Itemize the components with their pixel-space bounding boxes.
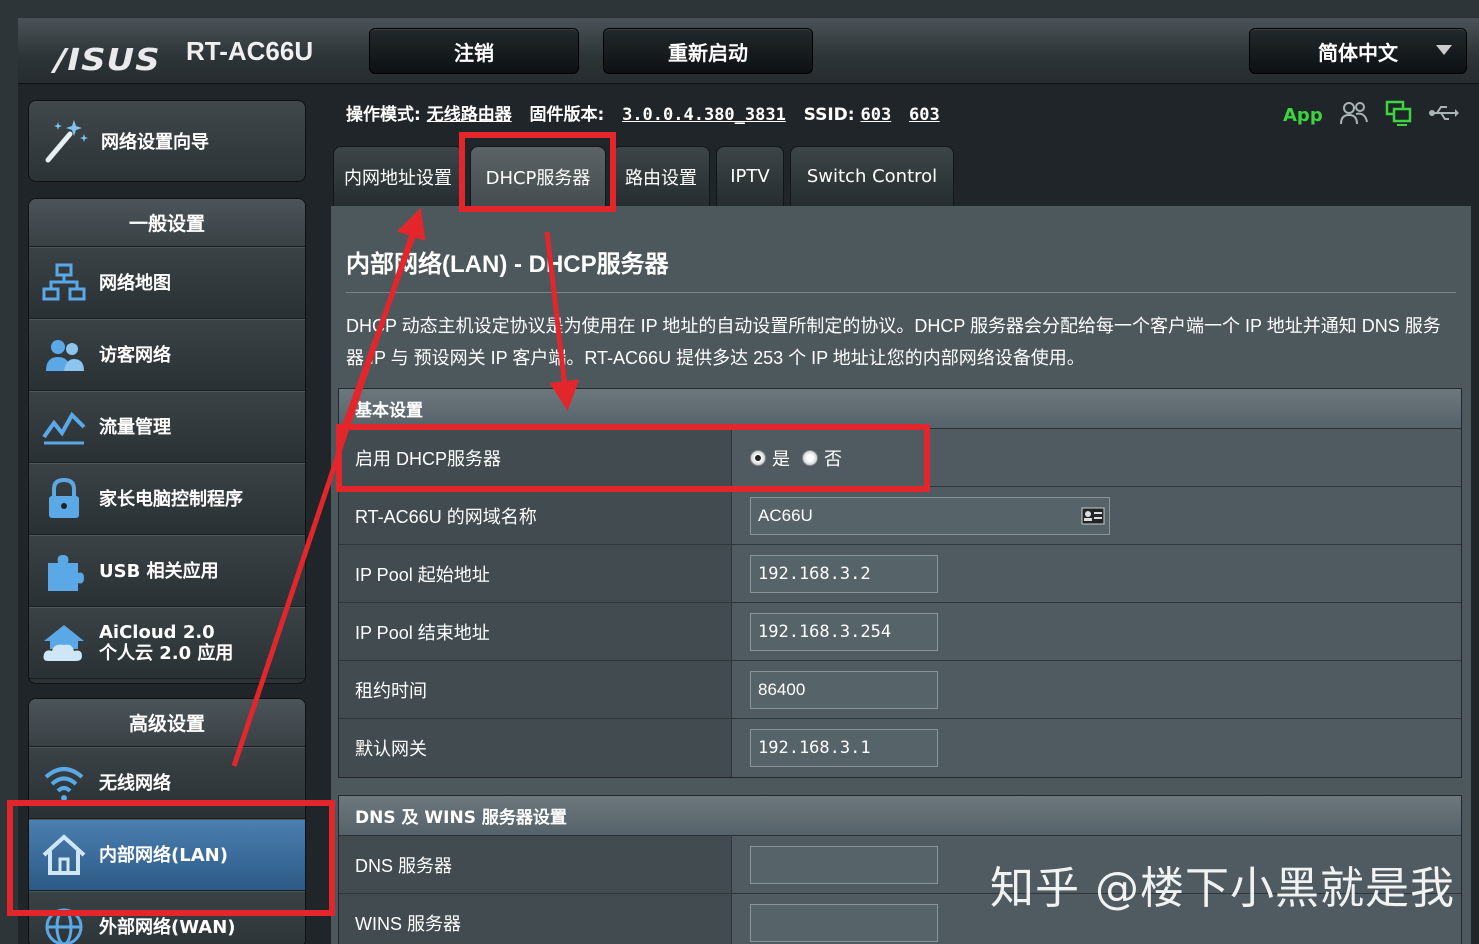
arrow-tab-to-row (337, 233, 417, 439)
watermark: 知乎 @楼下小黑就是我 (990, 863, 1455, 914)
annotation-arrows (231, 207, 580, 767)
arrow-to-table (544, 231, 580, 411)
